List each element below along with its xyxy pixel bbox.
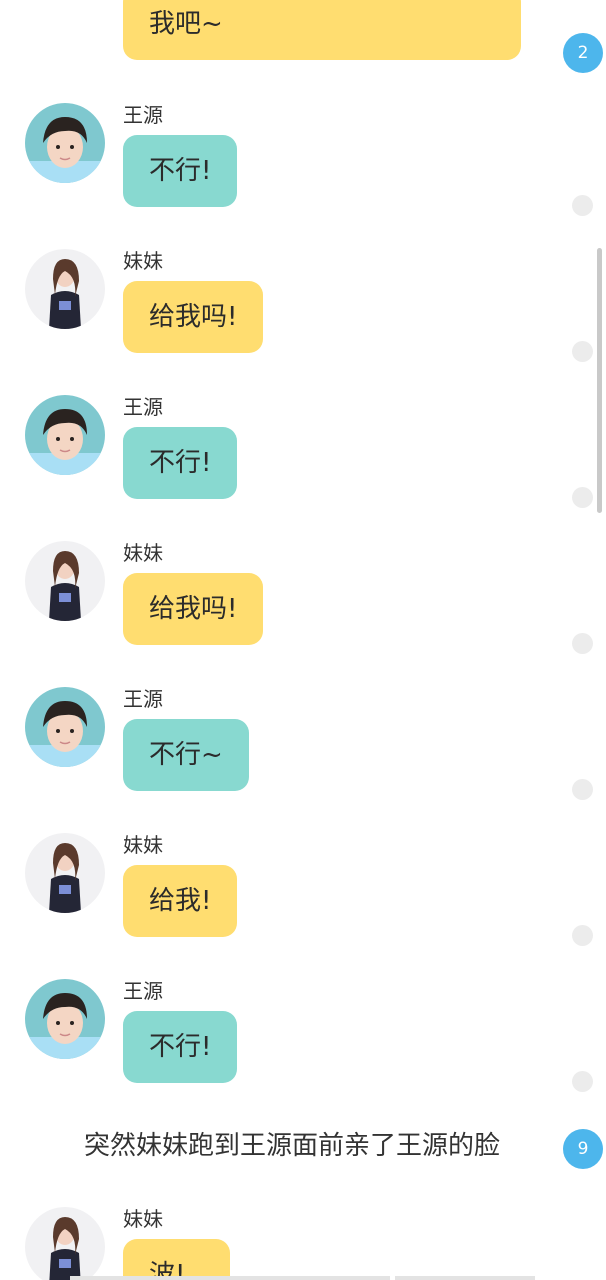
sender-name: 王源 <box>123 687 163 711</box>
chat-bubble[interactable]: 不行! <box>123 135 238 207</box>
sender-name: 妹妹 <box>123 249 163 273</box>
avatar-wangyuan[interactable] <box>25 979 105 1059</box>
chat-bubble[interactable]: 不行~ <box>123 719 249 791</box>
reply-dot-icon[interactable] <box>572 341 593 362</box>
reply-dot-icon[interactable] <box>572 1071 593 1092</box>
bottom-toolbar-segment[interactable] <box>70 1276 390 1280</box>
girl-avatar-icon <box>25 541 105 621</box>
reply-dot-icon[interactable] <box>572 487 593 508</box>
girl-avatar-icon <box>25 1207 105 1280</box>
avatar-wangyuan[interactable] <box>25 687 105 767</box>
chat-bubble[interactable]: 给我吗! <box>123 573 264 645</box>
sender-name: 妹妹 <box>123 833 163 857</box>
reply-dot-icon[interactable] <box>572 779 593 800</box>
avatar-wangyuan[interactable] <box>25 103 105 183</box>
bottom-toolbar-segment[interactable] <box>395 1276 535 1280</box>
sender-name: 王源 <box>123 395 163 419</box>
avatar-meimei[interactable] <box>25 249 105 329</box>
reply-dot-icon[interactable] <box>572 633 593 654</box>
boy-avatar-icon <box>25 395 105 475</box>
boy-avatar-icon <box>25 979 105 1059</box>
girl-avatar-icon <box>25 249 105 329</box>
chat-bubble[interactable]: 给我吗! <box>123 281 264 353</box>
chat-bubble[interactable]: 不行! <box>123 1011 238 1083</box>
narration-text: 突然妹妹跑到王源面前亲了王源的脸 <box>84 1131 501 1161</box>
sender-name: 妹妹 <box>123 1207 163 1231</box>
girl-avatar-icon <box>25 833 105 913</box>
chat-bubble[interactable]: 不行! <box>123 427 238 499</box>
comment-count-badge[interactable]: 9 <box>563 1129 603 1169</box>
chat-bubble[interactable]: 给我! <box>123 865 238 937</box>
sender-name: 王源 <box>123 103 163 127</box>
chat-bubble[interactable]: 我吧~ <box>123 0 521 60</box>
chat-bubble[interactable]: 波! <box>123 1239 230 1280</box>
avatar-wangyuan[interactable] <box>25 395 105 475</box>
scrollbar-thumb[interactable] <box>597 248 602 513</box>
chat-screen: 我吧~ 2 王源 不行! 妹妹 给我吗! 王源 不行! 妹妹 给我吗! 王源 不… <box>0 0 606 1280</box>
reply-dot-icon[interactable] <box>572 925 593 946</box>
avatar-meimei[interactable] <box>25 1207 105 1280</box>
boy-avatar-icon <box>25 687 105 767</box>
sender-name: 妹妹 <box>123 541 163 565</box>
avatar-meimei[interactable] <box>25 833 105 913</box>
avatar-meimei[interactable] <box>25 541 105 621</box>
reply-dot-icon[interactable] <box>572 195 593 216</box>
boy-avatar-icon <box>25 103 105 183</box>
comment-count-badge[interactable]: 2 <box>563 33 603 73</box>
sender-name: 王源 <box>123 979 163 1003</box>
